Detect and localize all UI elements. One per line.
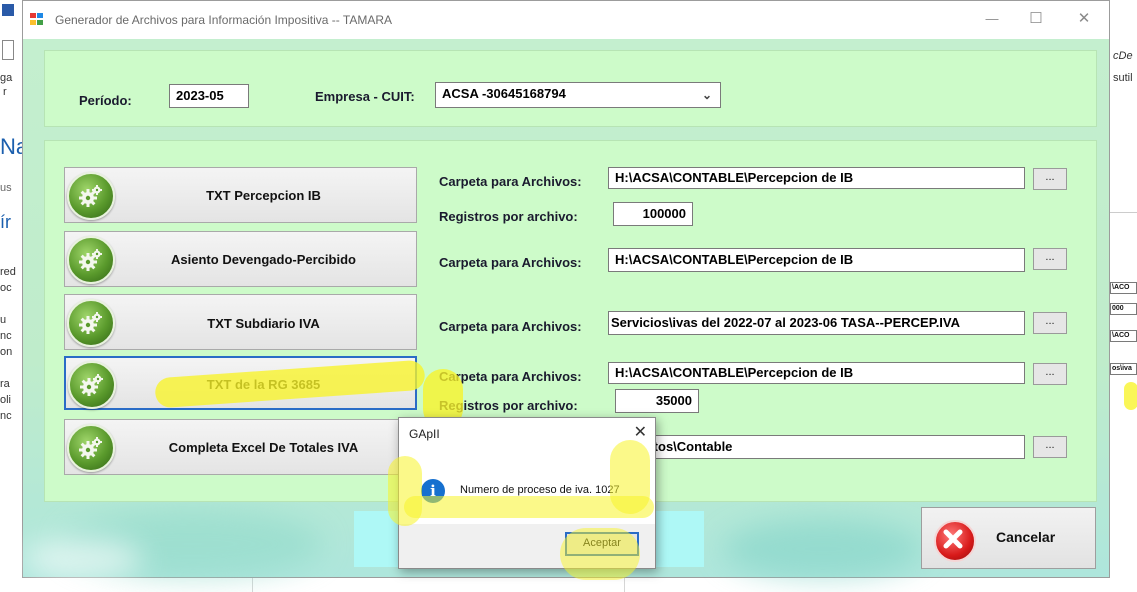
background-cell: 000 bbox=[1110, 303, 1137, 315]
txt-percepcion-ib-label: TXT Percepcion IB bbox=[206, 188, 321, 203]
highlighter-mark bbox=[560, 528, 640, 580]
background-text: red bbox=[0, 266, 16, 278]
carpeta-input[interactable]: Servicios\ivas del 2022-07 al 2023-06 TA… bbox=[608, 311, 1025, 335]
background-text: oc bbox=[0, 282, 12, 294]
maximize-button[interactable]: ☐ bbox=[1014, 7, 1058, 31]
background-text: nc bbox=[0, 410, 12, 422]
carpeta-label: Carpeta para Archivos: bbox=[439, 174, 582, 189]
txt-percepcion-ib-button[interactable]: TXT Percepcion IB bbox=[64, 167, 417, 223]
cancel-label: Cancelar bbox=[996, 529, 1056, 545]
background-window-bottom bbox=[22, 578, 1110, 592]
background-divider bbox=[624, 578, 625, 592]
close-button[interactable]: ✕ bbox=[1062, 7, 1106, 31]
gear-icon bbox=[67, 172, 115, 220]
background-toolbar-icon bbox=[2, 40, 14, 60]
background-text: ra bbox=[0, 378, 10, 390]
background-text: r bbox=[3, 86, 7, 98]
empresa-select[interactable]: ACSA -30645168794 ⌄ bbox=[435, 82, 721, 108]
gear-icon bbox=[67, 236, 115, 284]
dialog-message: Numero de proceso de iva. 1027 bbox=[460, 484, 620, 496]
txt-subdiario-iva-label: TXT Subdiario IVA bbox=[207, 316, 320, 331]
carpeta-label: Carpeta para Archivos: bbox=[439, 255, 582, 270]
background-divider bbox=[252, 578, 253, 592]
completa-excel-iva-label: Completa Excel De Totales IVA bbox=[168, 440, 359, 455]
dialog-close-icon[interactable]: ✕ bbox=[634, 422, 647, 442]
background-decoration bbox=[723, 519, 923, 579]
gear-icon bbox=[67, 424, 115, 472]
cancel-button[interactable]: Cancelar bbox=[921, 507, 1096, 569]
app-icon bbox=[29, 12, 44, 26]
background-text: on bbox=[0, 346, 13, 358]
carpeta-label: Carpeta para Archivos: bbox=[439, 319, 582, 334]
background-text: u bbox=[0, 314, 7, 326]
highlighter-mark bbox=[610, 440, 650, 514]
browse-button[interactable]: ... bbox=[1033, 436, 1067, 458]
background-cell: os\iva bbox=[1110, 363, 1137, 375]
browse-button[interactable]: ... bbox=[1033, 168, 1067, 190]
background-cell: \ACO bbox=[1110, 330, 1137, 342]
background-text: ír bbox=[0, 212, 11, 232]
background-text: sutil bbox=[1113, 72, 1133, 84]
asiento-devengado-button[interactable]: Asiento Devengado-Percibido bbox=[64, 231, 417, 287]
browse-button[interactable]: ... bbox=[1033, 248, 1067, 270]
periodo-label: Período: bbox=[79, 93, 132, 108]
background-text: cDe bbox=[1113, 50, 1133, 62]
chevron-down-icon: ⌄ bbox=[701, 88, 712, 102]
carpeta-input[interactable]: ral\datos\Contable bbox=[608, 435, 1025, 459]
highlighter-mark bbox=[1124, 382, 1137, 410]
background-text: ga bbox=[0, 72, 13, 84]
asiento-devengado-label: Asiento Devengado-Percibido bbox=[171, 252, 356, 267]
browse-button[interactable]: ... bbox=[1033, 363, 1067, 385]
cancel-icon bbox=[934, 520, 976, 562]
carpeta-input[interactable]: H:\ACSA\CONTABLE\Percepcion de IB bbox=[608, 248, 1025, 272]
registros-input[interactable]: 35000 bbox=[615, 389, 699, 413]
background-toolbar-icon bbox=[2, 4, 14, 16]
txt-subdiario-iva-button[interactable]: TXT Subdiario IVA bbox=[64, 294, 417, 350]
background-text: nc bbox=[0, 330, 12, 342]
registros-label: Registros por archivo: bbox=[439, 209, 578, 224]
background-window-right: cDe sutil \ACO 000 \ACO os\iva bbox=[1110, 0, 1137, 592]
empresa-select-value: ACSA -30645168794 bbox=[442, 86, 566, 101]
background-text: oli bbox=[0, 394, 12, 406]
gear-icon bbox=[67, 299, 115, 347]
periodo-input[interactable]: 2023-05 bbox=[169, 84, 249, 108]
dialog-title: GApII bbox=[409, 427, 440, 441]
registros-input[interactable]: 100000 bbox=[613, 202, 693, 226]
background-text: us bbox=[0, 182, 12, 194]
window-title: Generador de Archivos para Información I… bbox=[55, 13, 393, 27]
background-divider bbox=[1110, 212, 1137, 213]
empresa-label: Empresa - CUIT: bbox=[315, 89, 415, 104]
background-cell: \ACO bbox=[1110, 282, 1137, 294]
carpeta-input[interactable]: H:\ACSA\CONTABLE\Percepcion de IB bbox=[608, 362, 1025, 384]
completa-excel-iva-button[interactable]: Completa Excel De Totales IVA bbox=[64, 419, 417, 475]
title-bar[interactable]: Generador de Archivos para Información I… bbox=[23, 1, 1109, 39]
background-window-left: ga r Na us ír red oc u nc on ra oli nc bbox=[0, 0, 23, 592]
carpeta-input[interactable]: H:\ACSA\CONTABLE\Percepcion de IB bbox=[608, 167, 1025, 189]
gear-icon bbox=[68, 361, 116, 409]
browse-button[interactable]: ... bbox=[1033, 312, 1067, 334]
background-text: Na bbox=[0, 134, 22, 159]
header-panel: Período: 2023-05 Empresa - CUIT: ACSA -3… bbox=[44, 50, 1097, 127]
minimize-button[interactable]: — bbox=[970, 7, 1014, 31]
background-decoration bbox=[23, 539, 143, 579]
